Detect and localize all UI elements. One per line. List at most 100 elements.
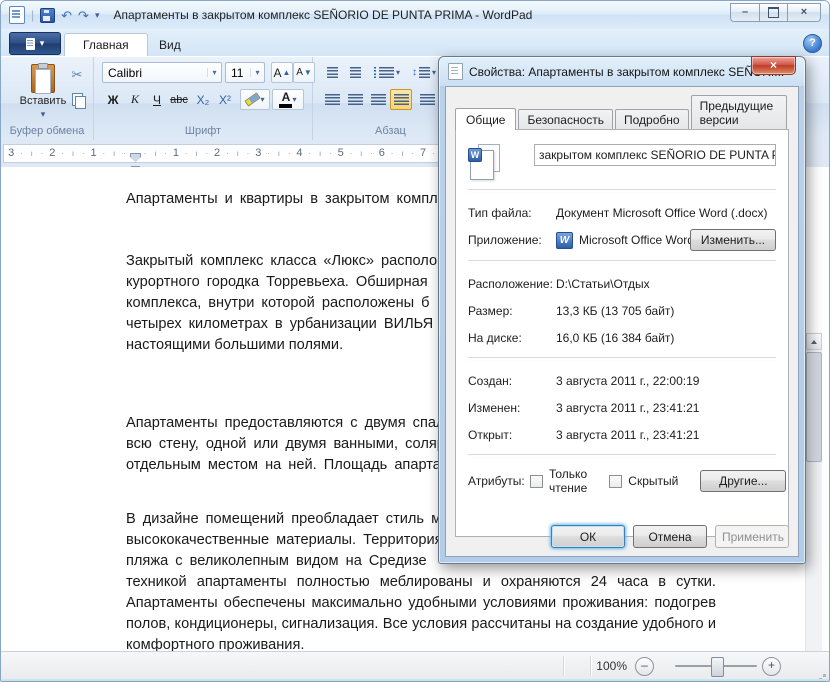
property-text: 3 августа 2011 г., 23:41:21 [556, 428, 699, 442]
vertical-scrollbar[interactable] [805, 333, 822, 682]
attributes-row: Атрибуты: Только чтение Скрытый Другие..… [468, 467, 776, 495]
minimize-button[interactable]: – [730, 3, 759, 22]
dialog-close-button[interactable]: × [751, 56, 796, 75]
dialog-tab-общие[interactable]: Общие [455, 108, 516, 130]
strikethrough-button[interactable]: abc [168, 89, 190, 110]
grow-font-button[interactable]: A▲ [271, 62, 293, 83]
font-group: Calibri ▾ 11 ▾ A▲ A▼ Ж К Ч abc X₂ X² ▾ [94, 57, 313, 140]
underline-button[interactable]: Ч [146, 89, 168, 110]
close-button[interactable]: × [788, 3, 821, 22]
scrollbar-thumb[interactable] [806, 352, 822, 462]
filename-input[interactable]: закрытом комплекс SEÑORIO DE PUNTA PRIMA [534, 144, 776, 166]
cut-button[interactable]: ✂ [64, 63, 90, 87]
readonly-checkbox-group: Только чтение [530, 467, 587, 495]
ruler-tick: · [37, 145, 47, 162]
subscript-button[interactable]: X₂ [192, 89, 214, 110]
ruler-tick: · [222, 145, 232, 162]
bullets-button[interactable]: ▾ [371, 62, 403, 83]
change-app-button[interactable]: Изменить... [690, 229, 776, 251]
align-left-button[interactable] [321, 89, 343, 110]
apply-button[interactable]: Применить [715, 525, 789, 548]
cut-icon: ✂ [72, 67, 83, 83]
maximize-button[interactable] [759, 3, 788, 22]
property-label: Создан: [468, 374, 556, 388]
dialog-tab-подробно[interactable]: Подробно [615, 109, 689, 129]
dialog-tab-предыдущие версии[interactable]: Предыдущие версии [691, 95, 787, 129]
ruler-tick: · [305, 145, 315, 162]
status-separator [590, 656, 591, 676]
shrink-font-button[interactable]: A▼ [293, 62, 315, 83]
decrease-indent-button[interactable] [321, 62, 343, 83]
line-spacing-button[interactable]: ↕ ▾ [407, 62, 441, 83]
ruler-number: 1 [171, 145, 181, 162]
align-left-icon [325, 94, 340, 105]
line-spacing-dropdown-icon: ▾ [432, 68, 436, 77]
cancel-button[interactable]: Отмена [633, 525, 707, 548]
customize-qat-dropdown[interactable]: ▾ [95, 10, 100, 21]
separator [468, 260, 776, 264]
property-value: 3 августа 2011 г., 23:41:21 [556, 428, 776, 442]
ruler-tick: · [99, 145, 109, 162]
italic-button[interactable]: К [124, 89, 146, 110]
redo-button[interactable]: ↷ [78, 9, 89, 22]
bold-button[interactable]: Ж [102, 89, 124, 110]
property-row: Изменен:3 августа 2011 г., 23:41:21 [468, 397, 776, 418]
property-row: Приложение:WMicrosoft Office WordИзменит… [468, 229, 776, 251]
status-separator [563, 656, 564, 676]
application-menu-button[interactable]: ▾ [9, 32, 61, 55]
zoom-out-button[interactable]: – [635, 657, 654, 676]
property-value: 16,0 КБ (16 384 байт) [556, 331, 776, 345]
undo-button[interactable]: ↶ [61, 9, 72, 22]
paragraph-extra-button[interactable] [416, 89, 438, 110]
ok-button[interactable]: ОК [551, 525, 625, 548]
highlight-button[interactable]: ▾ [240, 89, 270, 110]
other-attributes-button[interactable]: Другие... [700, 470, 786, 492]
paste-icon [31, 64, 55, 93]
property-label: Открыт: [468, 428, 556, 442]
font-color-button[interactable]: A ▾ [272, 89, 304, 110]
font-color-icon: A [279, 92, 292, 108]
paste-dropdown-icon: ▾ [41, 109, 46, 120]
decrease-indent-icon [327, 67, 338, 78]
tab-view[interactable]: Вид [141, 34, 199, 56]
save-button[interactable] [40, 8, 55, 23]
font-size-combobox[interactable]: 11 ▾ [225, 62, 265, 83]
resize-grip[interactable] [823, 674, 826, 677]
status-bar: 100% – + [1, 651, 829, 680]
clipboard-group-label: Буфер обмена [1, 125, 93, 137]
ruler-tick: · [325, 145, 335, 162]
hidden-checkbox[interactable] [609, 475, 622, 488]
ruler-number: 3 [253, 145, 263, 162]
scroll-up-button[interactable] [806, 333, 822, 350]
ruler-tick: ı [315, 145, 325, 162]
superscript-button[interactable]: X² [214, 89, 236, 110]
tab-home[interactable]: Главная [64, 33, 148, 58]
zoom-in-button[interactable]: + [762, 657, 781, 676]
font-family-combobox[interactable]: Calibri ▾ [102, 62, 222, 83]
property-value: 3 августа 2011 г., 22:00:19 [556, 374, 776, 388]
readonly-checkbox[interactable] [530, 475, 543, 488]
increase-indent-button[interactable] [344, 62, 366, 83]
zoom-slider-thumb[interactable] [711, 657, 724, 677]
align-right-button[interactable] [367, 89, 389, 110]
paragraph-extra-icon [420, 94, 435, 105]
justify-button[interactable] [390, 89, 412, 110]
property-row: Расположение:D:\Статьи\Отдых [468, 273, 776, 294]
ruler-number: 7 [418, 145, 428, 162]
help-icon[interactable]: ? [803, 34, 822, 53]
paste-button[interactable]: Вставить ▾ [15, 61, 71, 125]
dialog-tab-безопасность[interactable]: Безопасность [518, 109, 613, 129]
font-family-value: Calibri [103, 66, 207, 80]
ruler-tick: · [346, 145, 356, 162]
property-value: WMicrosoft Office Word [556, 232, 690, 249]
property-label: На диске: [468, 331, 556, 345]
close-icon: × [801, 6, 807, 18]
property-text: 16,0 КБ (16 384 байт) [556, 331, 674, 345]
property-label: Размер: [468, 304, 556, 318]
align-center-button[interactable] [344, 89, 366, 110]
text-line: техникой апартаменты полностью меблирова… [126, 572, 716, 593]
line-spacing-icon [419, 67, 430, 78]
ruler-tick: · [140, 145, 150, 162]
text-line: Апартаменты обеспечены максимально удобн… [126, 593, 716, 614]
copy-button[interactable] [64, 87, 90, 111]
